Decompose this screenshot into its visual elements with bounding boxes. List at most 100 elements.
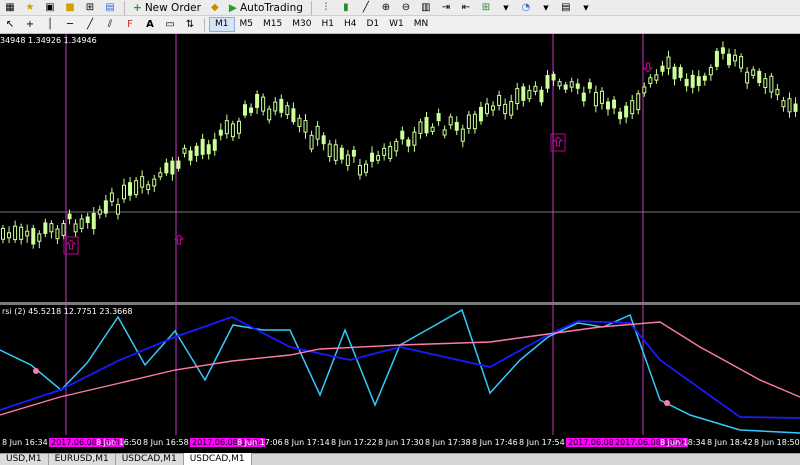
timeframe-selector: M1 M5 M15 M30 H1 H4 D1 W1 MN [209,17,433,32]
tile-windows-icon[interactable]: ▥ [419,1,433,15]
new-order-button[interactable]: + New Order [129,0,205,15]
trendline-icon[interactable]: ╱ [83,18,97,32]
autotrading-label: AutoTrading [239,1,303,14]
metaeditor-icon[interactable]: ◆ [208,1,222,15]
candle-body [200,138,205,155]
timeframe-m1[interactable]: M1 [209,17,235,32]
chart-tab[interactable]: USDCAD,M1 [115,454,184,465]
timeframe-w1[interactable]: W1 [384,17,409,32]
candle-body [103,200,108,214]
candle-body [236,120,241,134]
candle-body [624,105,629,118]
timeframe-h4[interactable]: H4 [339,17,362,32]
candlestick-icon[interactable]: ▮ [339,1,353,15]
candle-body [279,98,284,113]
line-chart-icon[interactable]: ╱ [359,1,373,15]
candle-body [666,56,671,69]
main-toolbar: ▦ ★ ▣ ■ ⊞ ▤ + New Order ◆ ▶ AutoTrading … [0,0,800,16]
candle-body [321,135,326,145]
candle-body [503,103,508,115]
candle-body [515,88,520,104]
candle-body [521,86,526,101]
candle-body [720,47,725,54]
timeframe-m15[interactable]: M15 [258,17,287,32]
candle-body [327,143,332,158]
candle-body [13,225,18,241]
candle-body [684,78,689,87]
candle-body [448,116,453,126]
candle-body [733,54,738,62]
candle-body [182,147,187,154]
candle-body [85,216,90,224]
zoom-in-icon[interactable]: ⊕ [379,1,393,15]
ma-slow-line [0,321,800,416]
fibonacci-icon[interactable]: F [123,18,137,32]
crosshair-icon[interactable]: + [23,18,37,32]
candle-body [255,94,260,108]
candle-body [218,129,223,136]
time-axis-label: 8 Jun 17:46 [472,438,518,447]
candle-body [158,172,163,178]
templates-icon[interactable]: ▤ [559,1,573,15]
candle-body [73,223,78,233]
candle-body [654,74,659,81]
timeframe-d1[interactable]: D1 [361,17,384,32]
profiles-icon[interactable]: ★ [23,1,37,15]
chart-shift-icon[interactable]: ⇤ [459,1,473,15]
candle-body [230,123,235,138]
price-chart[interactable]: 34948 1.34926 1.34946 [0,34,800,302]
periods-icon[interactable]: ◔ [519,1,533,15]
label-icon[interactable]: ▭ [163,18,177,32]
time-axis: 8 Jun 16:34 2017.06.08 16:40 8 Jun 16:50 8 … [0,435,800,453]
zoom-out-icon[interactable]: ⊖ [399,1,413,15]
time-axis-label: 8 Jun 17:22 [331,438,377,447]
vertical-line-icon[interactable]: │ [43,18,57,32]
up-arrow-icon [65,239,77,250]
text-icon[interactable]: A [143,18,157,32]
chevron-down-icon[interactable]: ▼ [539,1,553,15]
timeframe-m5[interactable]: M5 [235,17,259,32]
indicators-icon[interactable]: ⊞ [479,1,493,15]
candle-body [702,75,707,81]
candle-body [31,228,36,245]
channel-icon[interactable]: ⫽ [103,18,117,32]
candle-body [67,213,72,220]
horizontal-line-icon[interactable]: ─ [63,18,77,32]
arrows-icon[interactable]: ⇅ [183,18,197,32]
candle-body [164,162,169,174]
candle-body [206,144,211,155]
candle-body [152,178,157,187]
timeframe-h1[interactable]: H1 [316,17,339,32]
candle-body [412,131,417,146]
chart-tab[interactable]: EURUSD,M1 [48,454,116,465]
candle-body [309,134,314,150]
chart-tab[interactable]: USDCAD,M1 [183,453,252,465]
autotrading-button[interactable]: ▶ AutoTrading [225,0,307,15]
candle-body [678,67,683,78]
down-arrow-icon [642,62,654,73]
chart-tab[interactable]: USD,M1 [0,454,49,465]
indicator-window[interactable]: rsi (2) 45.5218 12.7751 23.3668 [0,305,800,435]
candle-body [315,125,320,140]
candle-body [128,182,133,196]
auto-scroll-icon[interactable]: ⇥ [439,1,453,15]
data-window-icon[interactable]: ⊞ [83,1,97,15]
chevron-down-icon[interactable]: ▼ [499,1,513,15]
candle-body [436,113,441,122]
new-chart-icon[interactable]: ▦ [3,1,17,15]
terminal-icon[interactable]: ▤ [103,1,117,15]
bar-chart-icon[interactable]: ⫶ [319,1,333,15]
time-axis-label: 8 Jun 17:54 [519,438,565,447]
candle-body [563,84,568,90]
price-chart-canvas [0,34,800,302]
candle-body [648,77,653,85]
candle-body [775,88,780,96]
candle-body [612,99,617,109]
chevron-down-icon[interactable]: ▼ [579,1,593,15]
market-watch-icon[interactable]: ▣ [43,1,57,15]
navigator-icon[interactable]: ■ [63,1,77,15]
timeframe-mn[interactable]: MN [409,17,434,32]
cursor-icon[interactable]: ↖ [3,18,17,32]
timeframe-m30[interactable]: M30 [287,17,316,32]
candle-body [400,130,405,140]
